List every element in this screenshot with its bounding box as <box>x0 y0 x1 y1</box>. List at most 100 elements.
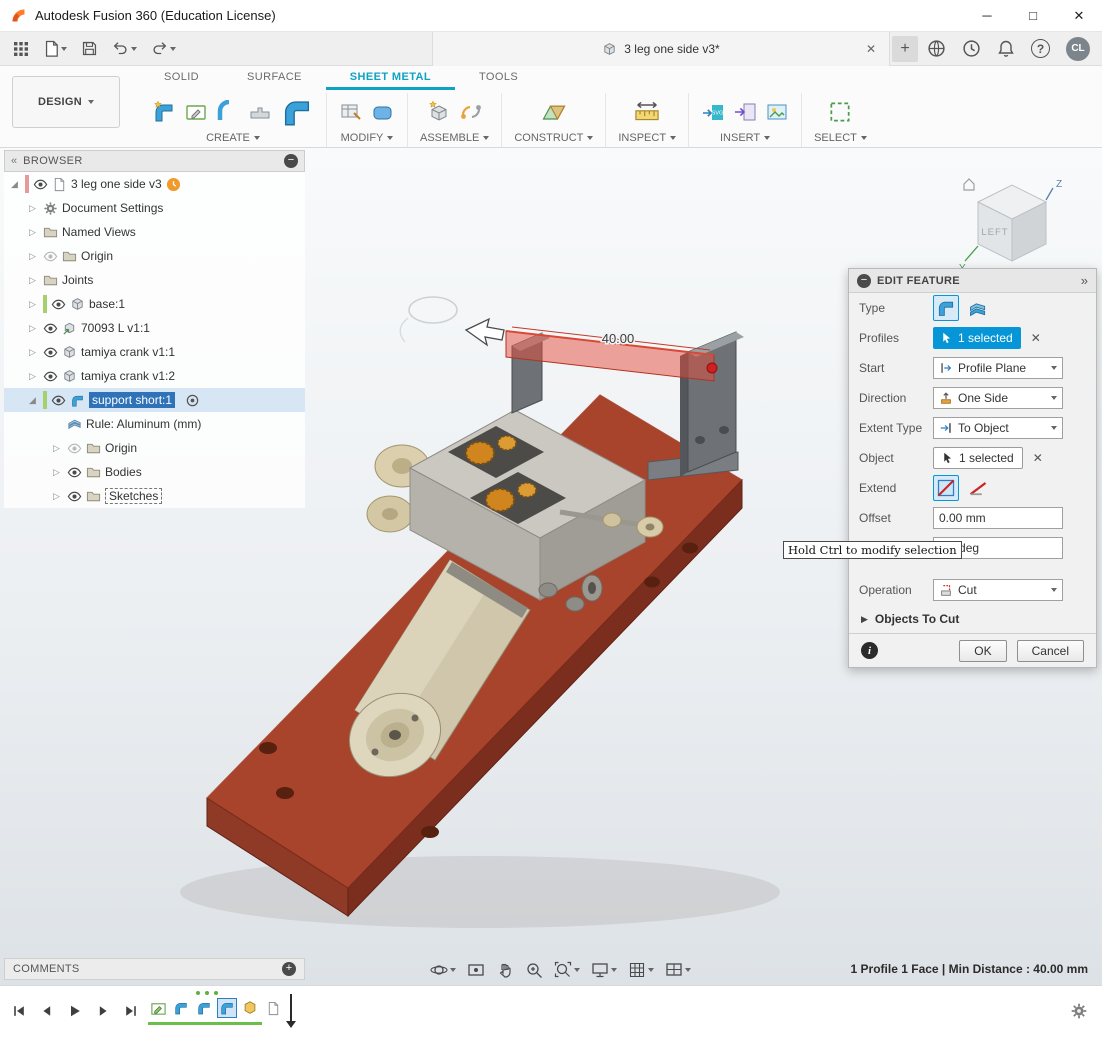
extend-perpendicular-button[interactable] <box>933 475 959 501</box>
ok-button[interactable]: OK <box>959 640 1006 662</box>
timeline-feature-component[interactable] <box>240 998 260 1018</box>
modify-face-icon[interactable] <box>371 100 395 124</box>
browser-item-root[interactable]: ◢ 3 leg one side v3 <box>4 172 305 196</box>
expand-arrow-icon[interactable]: ▷ <box>26 203 39 214</box>
timeline-feature-flange[interactable] <box>171 998 191 1018</box>
tab-surface[interactable]: SURFACE <box>223 66 326 90</box>
construct-menu[interactable]: CONSTRUCT <box>514 132 593 144</box>
look-at-button[interactable] <box>467 961 485 979</box>
browser-item-rule[interactable]: Rule: Aluminum (mm) <box>4 412 305 436</box>
expand-arrow-icon[interactable]: ▷ <box>26 227 39 238</box>
play-button[interactable] <box>64 1000 86 1022</box>
grid-layout-button[interactable] <box>628 961 654 979</box>
tab-close-button[interactable]: ✕ <box>863 41 879 57</box>
browser-item-tamiya-crank-2[interactable]: ▷ tamiya crank v1:2 <box>4 364 305 388</box>
objects-to-cut-expander[interactable]: ▶ Objects To Cut <box>849 605 1096 633</box>
browser-item-tamiya-crank-1[interactable]: ▷ tamiya crank v1:1 <box>4 340 305 364</box>
browser-item-named-views[interactable]: ▷ Named Views <box>4 220 305 244</box>
visibility-eye-icon[interactable] <box>43 321 58 336</box>
expand-arrow-icon[interactable]: ▷ <box>26 371 39 382</box>
visibility-eye-icon[interactable] <box>67 441 82 456</box>
notifications-bell-icon[interactable] <box>997 39 1015 58</box>
comments-bar[interactable]: COMMENTS + <box>4 958 305 980</box>
expand-arrow-icon[interactable]: ▷ <box>26 347 39 358</box>
viewport-canvas[interactable]: 40.00 LEFT Z Y « BROWSER <box>0 148 1102 985</box>
profile-avatar[interactable]: CL <box>1066 37 1090 61</box>
timeline-feature-document[interactable] <box>263 998 283 1018</box>
pan-button[interactable] <box>496 961 514 979</box>
browser-item-document-settings[interactable]: ▷ Document Settings <box>4 196 305 220</box>
type-contour-flange-button[interactable] <box>965 295 991 321</box>
timeline-feature-sketch[interactable] <box>148 998 168 1018</box>
maximize-button[interactable]: □ <box>1010 0 1056 32</box>
expand-arrow-icon[interactable]: ▷ <box>50 491 63 502</box>
clear-profiles-button[interactable]: ✕ <box>1031 331 1041 345</box>
profile-point[interactable] <box>707 363 717 373</box>
dialog-header[interactable]: − EDIT FEATURE » <box>849 269 1096 293</box>
timeline-track[interactable] <box>148 998 283 1018</box>
cancel-button[interactable]: Cancel <box>1017 640 1084 662</box>
skip-to-end-button[interactable] <box>120 1000 142 1022</box>
visibility-eye-icon[interactable] <box>67 489 82 504</box>
close-button[interactable]: ✕ <box>1056 0 1102 32</box>
skip-to-start-button[interactable] <box>8 1000 30 1022</box>
job-status-icon[interactable] <box>962 39 981 58</box>
type-flange-button[interactable] <box>933 295 959 321</box>
insert-menu[interactable]: INSERT <box>720 132 770 144</box>
operation-select[interactable]: Cut <box>933 579 1063 601</box>
browser-item-70093[interactable]: ▷ 70093 L v1:1 <box>4 316 305 340</box>
browser-item-support-short[interactable]: ◢ support short:1 <box>4 388 305 412</box>
expand-arrow-icon[interactable]: ▷ <box>26 275 39 286</box>
start-select[interactable]: Profile Plane <box>933 357 1063 379</box>
browser-minimize-icon[interactable]: − <box>284 154 298 168</box>
undo-button[interactable] <box>107 38 142 59</box>
expand-arrow-icon[interactable]: ◢ <box>26 395 39 406</box>
expand-arrow-icon[interactable]: ▷ <box>50 443 63 454</box>
flange-new-icon[interactable] <box>152 100 176 124</box>
inspect-menu[interactable]: INSPECT <box>618 132 676 144</box>
expand-arrow-icon[interactable]: ▷ <box>26 323 39 334</box>
browser-item-sketches[interactable]: ▷ Sketches <box>4 484 305 508</box>
expand-arrow-icon[interactable]: ◢ <box>8 179 21 190</box>
document-tab[interactable]: 3 leg one side v3* ✕ <box>432 32 890 66</box>
timeline-settings-gear-icon[interactable] <box>1070 1002 1088 1020</box>
browser-item-base[interactable]: ▷ base:1 <box>4 292 305 316</box>
insert-derive-icon[interactable] <box>733 100 757 124</box>
extend-tangent-button[interactable] <box>965 475 991 501</box>
new-tab-button[interactable]: + <box>892 36 918 62</box>
assemble-menu[interactable]: ASSEMBLE <box>420 132 489 144</box>
browser-item-origin-child[interactable]: ▷ Origin <box>4 436 305 460</box>
create-sketch-icon[interactable] <box>184 100 208 124</box>
browser-item-origin[interactable]: ▷ Origin <box>4 244 305 268</box>
timeline-playhead[interactable] <box>290 994 292 1022</box>
view-cube[interactable]: LEFT Z Y <box>956 168 1068 280</box>
expand-arrow-icon[interactable]: ▷ <box>50 467 63 478</box>
tab-feature-icon[interactable] <box>248 100 272 124</box>
timeline-feature-flange-active[interactable] <box>217 998 237 1018</box>
step-back-button[interactable] <box>36 1000 58 1022</box>
visibility-eye-icon[interactable] <box>67 465 82 480</box>
collapse-panel-icon[interactable]: « <box>11 155 17 167</box>
dialog-expand-icon[interactable]: » <box>1081 273 1088 288</box>
visibility-eye-icon[interactable] <box>43 369 58 384</box>
visibility-eye-icon[interactable] <box>33 177 48 192</box>
unfold-icon[interactable] <box>339 100 363 124</box>
extent-type-select[interactable]: To Object <box>933 417 1063 439</box>
activate-component-radio-icon[interactable] <box>185 393 200 408</box>
minimize-button[interactable]: ─ <box>964 0 1010 32</box>
visibility-eye-icon[interactable] <box>43 345 58 360</box>
construction-plane-icon[interactable] <box>540 98 568 126</box>
step-forward-button[interactable] <box>92 1000 114 1022</box>
canvas-icon[interactable] <box>765 100 789 124</box>
visibility-eye-icon[interactable] <box>51 393 66 408</box>
offset-input[interactable] <box>933 507 1063 529</box>
expand-arrow-icon[interactable]: ▷ <box>26 251 39 262</box>
expand-arrow-icon[interactable]: ▷ <box>26 299 39 310</box>
timeline-feature-flange[interactable] <box>194 998 214 1018</box>
insert-svg-icon[interactable]: SVG <box>701 100 725 124</box>
select-icon[interactable] <box>827 99 853 125</box>
create-menu[interactable]: CREATE <box>206 132 260 144</box>
tab-tools[interactable]: TOOLS <box>455 66 542 90</box>
clear-object-button[interactable]: ✕ <box>1033 451 1043 465</box>
zoom-button[interactable] <box>525 961 543 979</box>
